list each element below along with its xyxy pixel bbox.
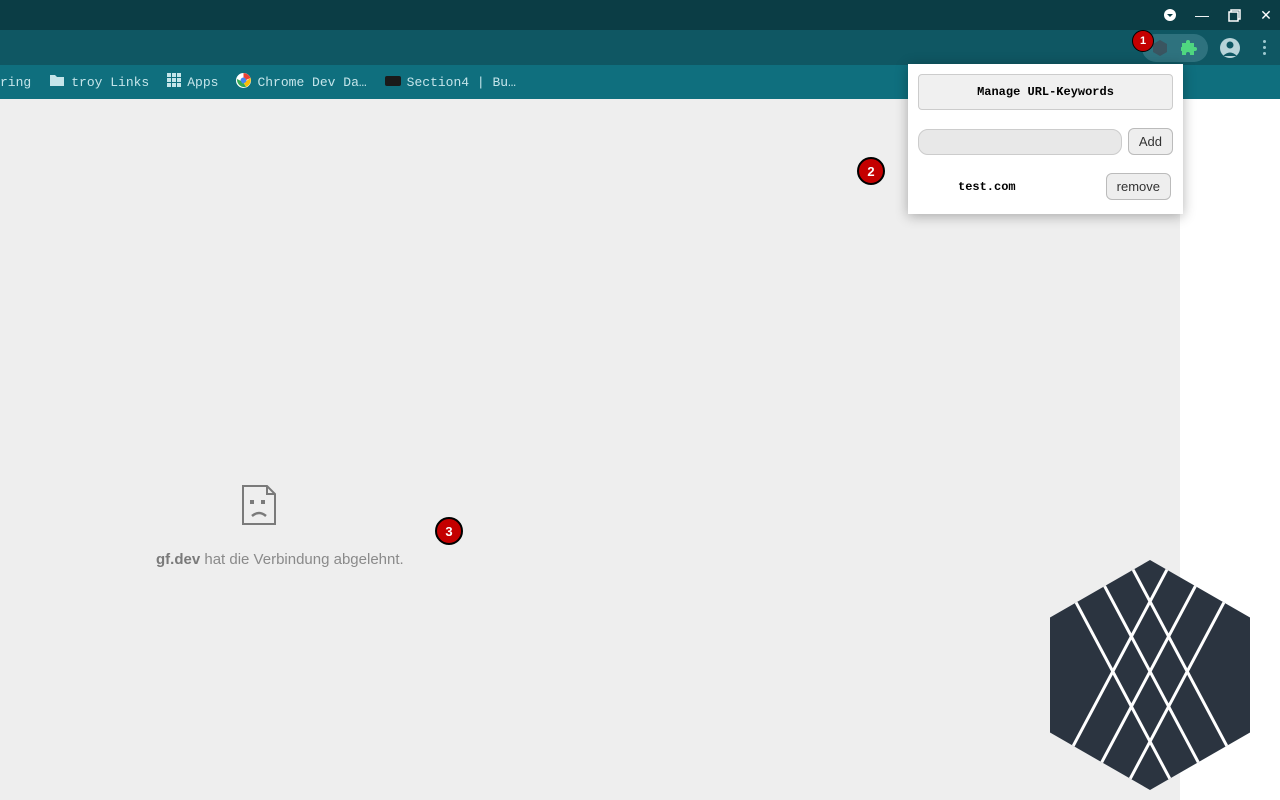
bookmark-label: Chrome Dev Da… xyxy=(257,75,366,90)
folder-icon xyxy=(49,73,65,91)
bookmark-label: ring xyxy=(0,75,31,90)
hexagon-logo xyxy=(1050,560,1260,800)
bookmark-item[interactable]: Chrome Dev Da… xyxy=(236,73,366,92)
add-button[interactable]: Add xyxy=(1128,128,1173,155)
sad-page-icon xyxy=(241,484,277,526)
error-message: gf.dev hat die Verbindung abgelehnt. xyxy=(156,551,404,568)
bookmark-label: Section4 | Bu… xyxy=(407,75,516,90)
close-button[interactable]: ✕ xyxy=(1256,5,1276,25)
minimize-button[interactable]: — xyxy=(1192,5,1212,25)
extensions-icon[interactable] xyxy=(1178,36,1202,60)
keyword-row: test.com remove xyxy=(918,173,1173,204)
bookmark-label: troy Links xyxy=(71,75,149,90)
error-block: gf.dev hat die Verbindung abgelehnt. xyxy=(156,484,404,568)
error-text: hat die Verbindung abgelehnt. xyxy=(200,551,404,568)
keyword-input[interactable] xyxy=(918,129,1122,155)
popup-add-row: Add xyxy=(918,128,1173,155)
annotation-2: 2 xyxy=(857,157,885,185)
bookmark-item[interactable]: ring xyxy=(0,75,31,90)
bookmark-item[interactable]: Section4 | Bu… xyxy=(385,75,516,90)
menu-dots-icon[interactable] xyxy=(1252,36,1276,60)
extension-popup: Manage URL-Keywords Add test.com remove xyxy=(908,64,1183,214)
google-icon xyxy=(236,73,251,92)
popup-title: Manage URL-Keywords xyxy=(918,74,1173,110)
browser-toolbar: 1 xyxy=(0,30,1280,65)
error-domain: gf.dev xyxy=(156,551,200,568)
extension-badge: 1 xyxy=(1132,30,1154,52)
maximize-button[interactable] xyxy=(1224,5,1244,25)
extension-pill: 1 xyxy=(1142,34,1208,62)
dropdown-icon[interactable] xyxy=(1160,5,1180,25)
profile-icon[interactable] xyxy=(1218,36,1242,60)
site-icon xyxy=(385,75,401,90)
bookmark-label: Apps xyxy=(187,75,218,90)
window-titlebar: — ✕ xyxy=(0,0,1280,30)
bookmark-item[interactable]: Apps xyxy=(167,73,218,91)
apps-icon xyxy=(167,73,181,91)
annotation-3: 3 xyxy=(435,517,463,545)
keyword-url: test.com xyxy=(958,180,1016,194)
remove-button[interactable]: remove xyxy=(1106,173,1171,200)
bookmark-item[interactable]: troy Links xyxy=(49,73,149,91)
